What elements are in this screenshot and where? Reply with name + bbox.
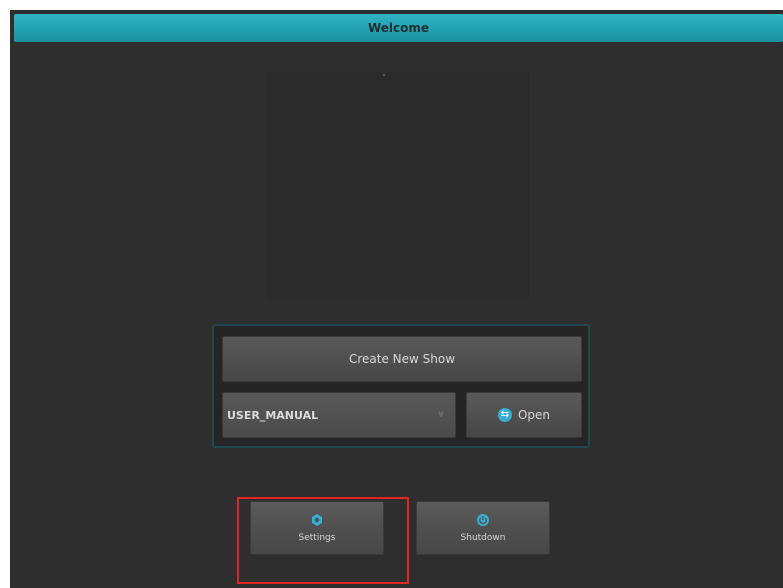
create-new-show-button[interactable]: Create New Show: [222, 336, 582, 382]
chevron-down-icon: ∨: [436, 409, 445, 420]
open-button[interactable]: ⇆ Open: [466, 392, 582, 438]
logo-area: [267, 72, 529, 300]
window-title: Welcome: [367, 21, 430, 35]
open-label: Open: [517, 408, 551, 422]
settings-button[interactable]: Settings: [250, 501, 384, 555]
create-new-show-label: Create New Show: [348, 352, 456, 366]
show-select-value: USER_MANUAL: [227, 408, 319, 422]
shutdown-button[interactable]: Shutdown: [416, 501, 550, 555]
show-panel: Create New Show USER_MANUAL ∨ ⇆ Open: [212, 324, 590, 448]
title-bar: Welcome: [14, 14, 783, 42]
power-icon: [477, 514, 489, 526]
logo-mark: [383, 74, 385, 76]
shutdown-label: Shutdown: [460, 533, 506, 543]
settings-label: Settings: [298, 533, 336, 543]
show-select[interactable]: USER_MANUAL ∨: [222, 392, 456, 438]
open-circle-icon: ⇆: [497, 408, 512, 422]
gear-icon: [312, 514, 322, 526]
welcome-screen: Welcome Create New Show USER_MANUAL ∨ ⇆ …: [10, 10, 783, 588]
